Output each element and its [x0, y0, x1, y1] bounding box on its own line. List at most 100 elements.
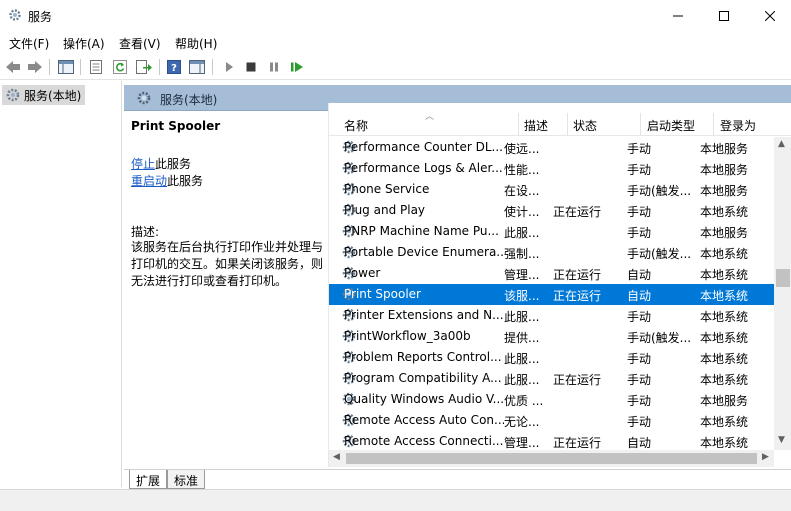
vertical-scrollbar[interactable]: ▲ ▼ [774, 137, 791, 450]
properties-icon[interactable] [86, 57, 106, 77]
back-icon[interactable] [3, 57, 23, 77]
tab-extended[interactable]: 扩展 [129, 470, 168, 489]
cell-logon-as: 本地系统 [700, 310, 749, 324]
description-pane: Print Spooler 停止此服务 重启动此服务 描述: 该服务在后台执行打… [124, 111, 328, 471]
cell-name: Quality Windows Audio V... [344, 392, 504, 406]
column-header-description[interactable]: 描述 [524, 117, 548, 134]
column-separator[interactable] [518, 113, 519, 135]
stop-service-suffix: 此服务 [155, 157, 192, 171]
scroll-right-icon[interactable]: ▶ [762, 452, 769, 462]
cell-logon-as: 本地服务 [700, 142, 749, 156]
close-button[interactable] [747, 0, 791, 31]
tab-standard[interactable]: 标准 [167, 470, 206, 489]
vertical-scroll-thumb[interactable] [776, 269, 790, 287]
cell-description: 强制... [504, 247, 540, 261]
console-tree: 服务(本地) [0, 81, 122, 487]
stop-service-icon[interactable] [241, 57, 261, 77]
cell-startup-type: 自动 [627, 289, 652, 303]
table-row[interactable]: Remote Access Auto Con... 无论... 手动 本地系统 [329, 410, 774, 431]
cell-name: PrintWorkflow_3a00b [344, 329, 471, 343]
menu-help[interactable]: 帮助(H) [175, 35, 217, 52]
column-separator[interactable] [713, 113, 714, 135]
service-rows: Performance Counter DL... 使远... 手动 本地服务 Perf… [329, 137, 774, 450]
services-gear-icon [8, 8, 22, 22]
cell-description: 管理... [504, 436, 540, 450]
table-row[interactable]: Phone Service 在设... 手动(触发... 本地服务 [329, 179, 774, 200]
column-header-status[interactable]: 状态 [573, 117, 597, 134]
table-row[interactable]: Quality Windows Audio V... 优质 ... 手动 本地服务 [329, 389, 774, 410]
table-row[interactable]: Problem Reports Control... 此服... 手动 本地系统 [329, 347, 774, 368]
tree-item-services-local[interactable]: 服务(本地) [2, 85, 86, 106]
refresh-icon[interactable] [110, 57, 130, 77]
scroll-down-icon[interactable]: ▼ [778, 435, 785, 445]
cell-logon-as: 本地系统 [700, 352, 749, 366]
table-row[interactable]: Program Compatibility A... 此服... 正在运行 手动 本地系… [329, 368, 774, 389]
column-header-logon-as[interactable]: 登录为 [720, 117, 756, 134]
cell-name: Printer Extensions and N... [344, 308, 504, 322]
sort-ascending-icon: ︿ [425, 112, 435, 122]
show-hide-action-pane-icon[interactable] [187, 57, 207, 77]
toolbar: ? [0, 53, 791, 80]
cell-description: 该服... [504, 289, 540, 303]
window-title: 服务 [28, 10, 53, 24]
minimize-button[interactable] [655, 0, 701, 31]
cell-startup-type: 手动(触发... [627, 331, 692, 345]
cell-logon-as: 本地系统 [700, 436, 749, 450]
cell-logon-as: 本地系统 [700, 289, 749, 303]
table-row[interactable]: Printer Extensions and N... 此服... 手动 本地系统 [329, 305, 774, 326]
cell-logon-as: 本地系统 [700, 415, 749, 429]
horizontal-scroll-thumb[interactable] [346, 453, 757, 464]
table-row[interactable]: Portable Device Enumera... 强制... 手动(触发... 本… [329, 242, 774, 263]
cell-startup-type: 手动 [627, 373, 652, 387]
services-gear-icon [136, 90, 152, 109]
stop-service-link[interactable]: 停止 [131, 157, 155, 171]
table-row[interactable]: PrintWorkflow_3a00b 提供... 手动(触发... 本地系统 [329, 326, 774, 347]
table-row[interactable]: PNRP Machine Name Pu... 此服... 手动 本地服务 [329, 221, 774, 242]
cell-status: 正在运行 [553, 289, 602, 303]
cell-startup-type: 自动 [627, 268, 652, 282]
start-service-icon[interactable] [219, 57, 239, 77]
column-separator[interactable] [567, 113, 568, 135]
toolbar-separator [49, 59, 50, 75]
maximize-button[interactable] [701, 0, 747, 31]
restart-service-link[interactable]: 重启动 [131, 174, 167, 188]
table-row[interactable]: Power 管理... 正在运行 自动 本地系统 [329, 263, 774, 284]
toolbar-separator [159, 59, 160, 75]
cell-logon-as: 本地系统 [700, 373, 749, 387]
cell-name: Print Spooler [344, 287, 421, 301]
table-row[interactable]: Print Spooler 该服... 正在运行 自动 本地系统 [329, 284, 774, 305]
status-bar [0, 489, 791, 511]
cell-name: Program Compatibility A... [344, 371, 502, 385]
forward-icon[interactable] [25, 57, 45, 77]
export-list-icon[interactable] [134, 57, 154, 77]
pause-service-icon[interactable] [264, 57, 284, 77]
toolbar-separator [80, 59, 81, 75]
cell-status: 正在运行 [553, 268, 602, 282]
table-row[interactable]: Remote Access Connecti... 管理... 正在运行 自动 本地系统 [329, 431, 774, 450]
menu-action[interactable]: 操作(A) [63, 35, 105, 52]
scroll-left-icon[interactable]: ◀ [333, 452, 340, 462]
table-row[interactable]: Performance Counter DL... 使远... 手动 本地服务 [329, 137, 774, 158]
cell-startup-type: 手动(触发... [627, 247, 692, 261]
menu-view[interactable]: 查看(V) [119, 35, 161, 52]
cell-name: Remote Access Connecti... [344, 434, 504, 448]
stop-service-row: 停止此服务 [131, 155, 191, 172]
column-header-startup-type[interactable]: 启动类型 [647, 117, 695, 134]
column-header-name[interactable]: 名称 [344, 117, 368, 134]
scroll-up-icon[interactable]: ▲ [778, 139, 785, 149]
show-hide-tree-icon[interactable] [56, 57, 76, 77]
cell-name: Performance Counter DL... [344, 140, 503, 154]
menu-file[interactable]: 文件(F) [9, 35, 49, 52]
horizontal-scrollbar[interactable]: ◀ ▶ [329, 450, 774, 467]
help-icon[interactable]: ? [164, 57, 184, 77]
cell-logon-as: 本地服务 [700, 163, 749, 177]
table-row[interactable]: Performance Logs & Aler... 性能... 手动 本地服务 [329, 158, 774, 179]
cell-name: PNRP Machine Name Pu... [344, 224, 499, 238]
services-gear-icon [5, 87, 21, 106]
restart-service-icon[interactable] [287, 57, 307, 77]
column-separator[interactable] [640, 113, 641, 135]
table-row[interactable]: Plug and Play 使计... 正在运行 手动 本地系统 [329, 200, 774, 221]
cell-description: 管理... [504, 268, 540, 282]
cell-startup-type: 手动 [627, 415, 652, 429]
cell-description: 此服... [504, 352, 540, 366]
